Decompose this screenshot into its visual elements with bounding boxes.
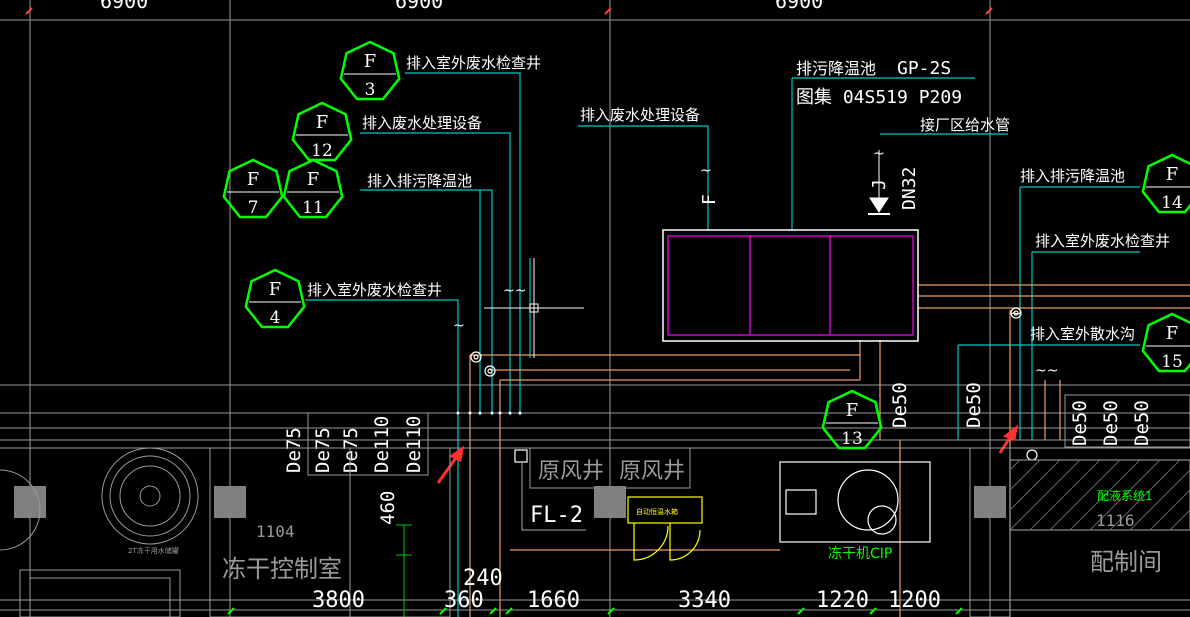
pipe-size-1: De75 xyxy=(283,427,305,473)
bottom-dimensions: 3800 360 240 1660 3340 1220 1200 xyxy=(312,566,941,613)
hexagon-letter: F xyxy=(269,279,282,300)
hexagon-letter: F xyxy=(1166,323,1179,344)
dim-top-2: 6900 xyxy=(395,0,443,13)
label-f11: 排入排污降温池 xyxy=(367,172,472,190)
tag-f-vertical: F xyxy=(699,194,720,205)
hexagon-number: 7 xyxy=(248,198,259,218)
tank-side-tags: F J DN32 xyxy=(699,167,920,210)
label-f12: 排入废水处理设备 xyxy=(362,114,482,132)
pipe-sizes-right: De50 De50 De50 xyxy=(1064,394,1190,448)
pipe-size-r1: De50 xyxy=(1069,400,1091,446)
hexagon-number: 3 xyxy=(365,80,376,100)
dim-bottom-7: 1200 xyxy=(888,588,941,613)
red-arrows xyxy=(436,424,1019,484)
hexagon-number: 14 xyxy=(1161,193,1183,213)
hexagon-tag-f12: F 12 xyxy=(291,101,353,162)
hexagon-tag-f13: F 13 xyxy=(821,389,883,450)
svg-text:~: ~ xyxy=(1010,306,1022,322)
svg-text:~~: ~~ xyxy=(503,283,526,299)
pipe-sizes-left: De75 De75 De75 De110 De110 460 xyxy=(283,412,429,525)
hexagon-letter: F xyxy=(364,51,377,72)
hexagon-letter: F xyxy=(307,169,320,190)
label-f15: 排入室外散水沟 xyxy=(1030,325,1135,343)
hexagon-letter: F xyxy=(316,112,329,133)
hexagon-number: 15 xyxy=(1161,352,1183,372)
green-dim-lines xyxy=(396,524,412,617)
room-mixing-no: 1116 xyxy=(1096,511,1135,530)
label-f4: 排入室外废水检查井 xyxy=(307,281,442,299)
freeze-machine-label: 冻干机CIP xyxy=(828,545,892,562)
dim-bottom-6: 1220 xyxy=(816,588,869,613)
hexagon-tag-f11: F 11 xyxy=(282,158,344,219)
crosshair-cursor xyxy=(484,258,584,358)
hexagon-number: 4 xyxy=(270,308,281,328)
room-freeze-control-no: 1104 xyxy=(256,522,295,541)
pipe-size-r3: De50 xyxy=(1131,400,1153,446)
tank-atlas: 图集 04S519 P209 xyxy=(796,87,962,108)
freeze-machine xyxy=(779,461,931,543)
air-shaft-2: 原风井 xyxy=(619,459,685,484)
small-tank-label: 2T冻干用水储罐 xyxy=(128,546,179,555)
cad-drawing-viewport[interactable]: 6900 6900 6900 ~ ~~ ~ ~ ~~ ~ F 3 F 12 F … xyxy=(0,0,1190,617)
tank-title: 排污降温池 xyxy=(796,59,876,78)
hexagon-tag-f15: F 15 xyxy=(1141,312,1190,373)
air-shaft-1: 原风井 xyxy=(538,459,604,484)
label-f3: 排入室外废水检查井 xyxy=(406,54,541,72)
tag-dn32: DN32 xyxy=(899,167,920,210)
mixing-system-label: 配液系统1 xyxy=(1097,488,1153,503)
svg-text:~: ~ xyxy=(453,318,465,334)
grid-markers xyxy=(25,7,993,15)
dim-top-1: 6900 xyxy=(100,0,148,13)
svg-text:~: ~ xyxy=(700,163,712,179)
tank-code: GP-2S xyxy=(897,58,951,79)
hexagon-number: 11 xyxy=(302,198,324,218)
hexagon-tag-f3: F3 xyxy=(339,40,401,101)
yellow-equipment-label: 自动恒温水箱 xyxy=(636,507,678,516)
pipe-size-5: De110 xyxy=(403,416,425,473)
dim-bottom-1: 3800 xyxy=(312,588,365,613)
label-to-treatment: 排入废水处理设备 xyxy=(580,106,700,124)
hexagon-letter: F xyxy=(247,169,260,190)
hexagon-letter: F xyxy=(846,400,859,421)
svg-text:~~: ~~ xyxy=(1035,363,1058,379)
room-mixing: 配制间 xyxy=(1090,548,1162,576)
pipe-size-r2: De50 xyxy=(1100,400,1122,446)
hexagon-tag-f14: F 14 xyxy=(1141,153,1190,214)
cyan-pipes xyxy=(305,72,1140,617)
to-water-label: 接厂区给水管 xyxy=(920,116,1010,134)
dim-bottom-2: 360 xyxy=(444,588,484,613)
room-labels: 冻干控制室 1104 原风井 原风井 FL-2 配制间 1116 配液系统1 冻… xyxy=(128,459,1162,583)
pipe-sizes-mid: De50 De50 xyxy=(889,382,985,428)
hexagon-tag-f4: F4 xyxy=(244,268,306,329)
dim-bottom-3: 240 xyxy=(463,566,503,591)
break-marks: ~ ~~ ~ ~ ~~ ~ xyxy=(453,146,1058,379)
pipe-size-mid: De50 xyxy=(889,382,911,428)
hexagon-tag-f7: F7 xyxy=(222,158,284,219)
pipe-size-2: De75 xyxy=(312,427,334,473)
room-freeze-control: 冻干控制室 xyxy=(222,555,342,583)
dim-top-3: 6900 xyxy=(775,0,823,13)
hexagon-letter: F xyxy=(1166,164,1179,185)
cooling-tank[interactable] xyxy=(662,229,919,342)
label-f14: 排入排污降温池 xyxy=(1020,167,1125,185)
pipe-size-mid2: De50 xyxy=(963,382,985,428)
pipe-size-3: De75 xyxy=(340,427,362,473)
pipe-size-4: De110 xyxy=(371,416,393,473)
dim-460: 460 xyxy=(377,491,399,525)
label-outdoor-well-right: 排入室外废水检查井 xyxy=(1035,232,1170,250)
hexagon-number: 12 xyxy=(311,141,333,161)
hexagon-number: 13 xyxy=(841,429,863,449)
dim-bottom-5: 3340 xyxy=(678,588,731,613)
fl2-label: FL-2 xyxy=(530,503,583,528)
cad-canvas[interactable]: 6900 6900 6900 ~ ~~ ~ ~ ~~ ~ F3F12F7F11F… xyxy=(0,0,1190,617)
top-dimensions: 6900 6900 6900 xyxy=(100,0,823,13)
dim-bottom-4: 1660 xyxy=(527,588,580,613)
tank-annotation: 排污降温池 GP-2S 图集 04S519 P209 接厂区给水管 xyxy=(796,58,1010,134)
